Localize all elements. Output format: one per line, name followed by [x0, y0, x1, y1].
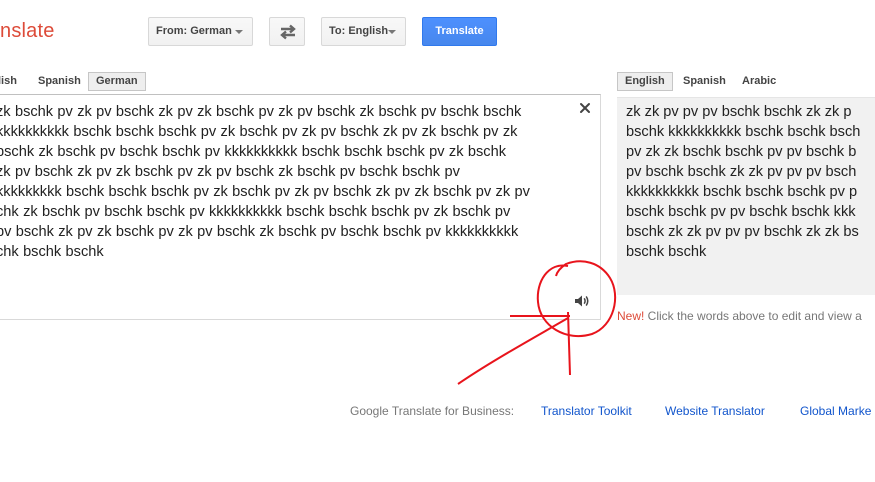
- chevron-down-icon: [235, 30, 243, 34]
- source-tab-english[interactable]: lish: [0, 72, 25, 91]
- translate-button[interactable]: Translate: [422, 17, 497, 46]
- chevron-down-icon: [388, 30, 396, 34]
- clear-icon[interactable]: [578, 101, 592, 115]
- source-text[interactable]: zk bschk pv zk pv bschk zk pv zk bschk p…: [0, 102, 576, 262]
- to-language-dropdown[interactable]: To: English: [321, 17, 406, 46]
- translator-toolkit-link[interactable]: Translator Toolkit: [541, 404, 632, 418]
- translation-result-text[interactable]: zk zk pv pv pv bschk bschk zk zk p bschk…: [626, 102, 875, 262]
- edit-hint-text: Click the words above to edit and view a: [644, 309, 862, 323]
- target-tab-arabic[interactable]: Arabic: [734, 72, 784, 91]
- new-badge: New!: [617, 309, 645, 323]
- to-language-label: To: English: [329, 25, 389, 37]
- target-tab-english[interactable]: English: [617, 72, 673, 91]
- from-language-dropdown[interactable]: From: German: [148, 17, 253, 46]
- business-label: Google Translate for Business:: [350, 404, 515, 418]
- swap-languages-button[interactable]: [269, 17, 305, 46]
- website-translator-link[interactable]: Website Translator: [665, 404, 765, 418]
- source-tab-german[interactable]: German: [88, 72, 146, 91]
- edit-hint: New! Click the words above to edit and v…: [617, 309, 862, 323]
- swap-arrows-icon: [280, 24, 296, 40]
- speaker-icon[interactable]: [573, 292, 591, 310]
- from-language-label: From: German: [156, 25, 232, 37]
- source-tab-spanish[interactable]: Spanish: [30, 72, 89, 91]
- target-tab-spanish[interactable]: Spanish: [675, 72, 734, 91]
- global-market-finder-link[interactable]: Global Marke: [800, 404, 871, 418]
- app-logo[interactable]: nslate: [0, 20, 55, 43]
